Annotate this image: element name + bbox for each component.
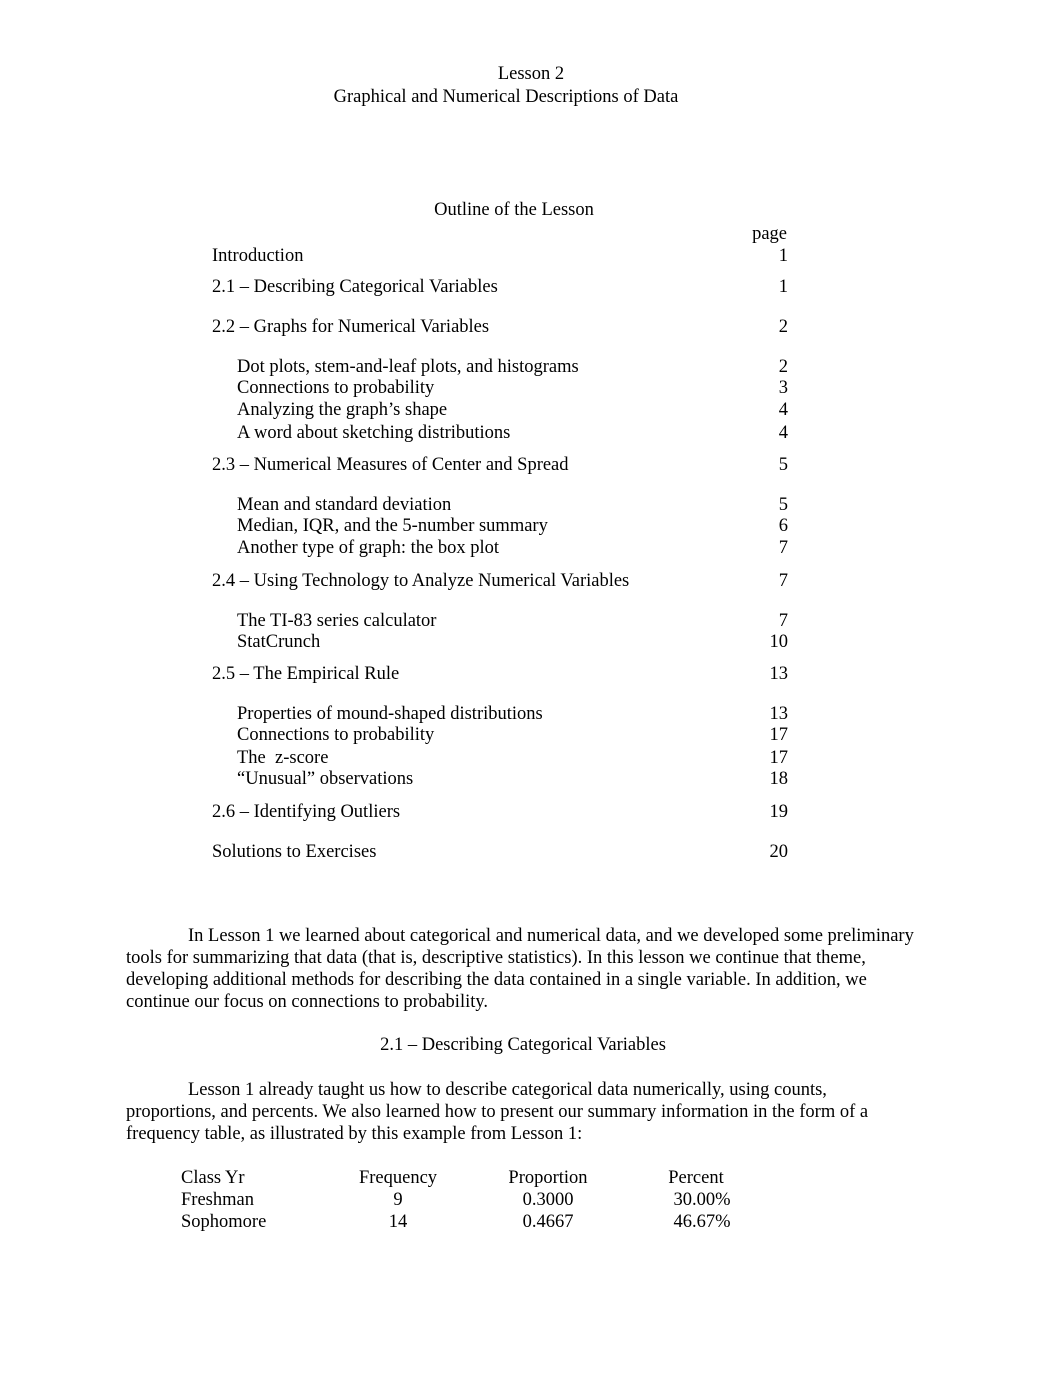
section-paragraph: Lesson 1 already taught us how to descri… [126,1079,946,1145]
toc-entry-label: Another type of graph: the box plot [237,538,500,558]
toc-entry: 2.3 – Numerical Measures of Center and S… [212,454,788,476]
table-row: Freshman 9 0.3000 30.00% [181,1189,741,1211]
table-cell: 9 [393,1190,403,1210]
toc-subentry: A word about sketching distributions 4 [212,422,788,444]
toc-entry-label: 2.2 – Graphs for Numerical Variables [212,317,490,337]
toc-entry: 2.2 – Graphs for Numerical Variables 2 [212,316,788,338]
paragraph-line: continue our focus on connections to pro… [126,992,489,1012]
toc-subentry: Median, IQR, and the 5-number summary 6 [212,515,788,537]
toc-entry-label: Mean and standard deviation [237,495,452,515]
toc-entry-label: The TI-83 series calculator [237,611,437,631]
toc-entry-label: 2.3 – Numerical Measures of Center and S… [212,455,569,475]
paragraph-line: In Lesson 1 we learned about categorical… [188,926,914,946]
toc-entry-page: 5 [778,495,788,515]
toc-entry-page: 7 [778,611,788,631]
toc-entry-label: StatCrunch [237,632,321,652]
toc-entry-page: 1 [778,277,788,297]
toc-entry: Solutions to Exercises 20 [212,841,788,863]
frequency-table: Class Yr Frequency Proportion Percent Fr… [181,1167,741,1233]
toc-entry-page: 13 [769,664,789,684]
toc-entry-label: “Unusual” observations [237,769,414,789]
paragraph-line: Lesson 1 already taught us how to descri… [188,1080,827,1100]
toc-entry-page: 19 [769,802,789,822]
toc-entry-page: 4 [778,400,788,420]
table-cell: 14 [388,1212,408,1232]
toc-entry: 2.5 – The Empirical Rule 13 [212,663,788,685]
toc-entry-page: 10 [769,632,789,652]
toc-subentry: The z-score 17 [212,747,788,769]
toc-subentry: Connections to probability 17 [212,724,788,746]
toc-entry-label: 2.4 – Using Technology to Analyze Numeri… [212,571,630,591]
toc-entry-label: Connections to probability [237,378,435,398]
outline-heading: Outline of the Lesson [434,200,594,220]
toc-entry-label: 2.1 – Describing Categorical Variables [212,277,498,297]
toc-entry: Introduction 1 [212,245,788,267]
toc-entry-label: Median, IQR, and the 5-number summary [237,516,548,536]
toc-subentry: Another type of graph: the box plot 7 [212,537,788,559]
frequency-table-header: Class Yr Frequency Proportion Percent [181,1167,741,1189]
toc-entry-page: 18 [769,769,789,789]
paragraph-line: tools for summarizing that data (that is… [126,948,866,968]
table-cell: 46.67% [673,1212,731,1232]
toc-entry-label: Properties of mound-shaped distributions [237,704,543,724]
column-header: Proportion [508,1168,588,1188]
toc-subentry: StatCrunch 10 [212,631,788,653]
section-heading: 2.1 – Describing Categorical Variables [380,1035,666,1055]
toc-entry-page: 17 [769,725,789,745]
toc-entry-page: 2 [778,317,788,337]
toc-entry: 2.4 – Using Technology to Analyze Numeri… [212,570,788,592]
toc-entry: 2.1 – Describing Categorical Variables 1 [212,276,788,298]
toc-subentry: The TI-83 series calculator 7 [212,610,788,632]
toc-subentry: Connections to probability 3 [212,377,788,399]
column-header: Percent [668,1168,724,1188]
table-row: Sophomore 14 0.4667 46.67% [181,1211,741,1233]
toc-subentry: Analyzing the graph’s shape 4 [212,399,788,421]
toc-subentry: Properties of mound-shaped distributions… [212,703,788,725]
toc-entry-page: 13 [769,704,789,724]
table-cell: Freshman [181,1190,254,1210]
toc-entry-page: 2 [778,357,788,377]
column-header: Class Yr [181,1168,245,1188]
toc-entry-label: 2.6 – Identifying Outliers [212,802,401,822]
toc-subentry: “Unusual” observations 18 [212,768,788,790]
toc-entry-label: A word about sketching distributions [237,423,511,443]
toc-subentry: Mean and standard deviation 5 [212,494,788,516]
toc-entry-page: 6 [778,516,788,536]
toc-entry: 2.6 – Identifying Outliers 19 [212,801,788,823]
toc-entry-label: The z-score [237,748,329,768]
toc-entry-page: 4 [778,423,788,443]
intro-paragraph: In Lesson 1 we learned about categorical… [126,925,946,1013]
outline-page-column-header: page [752,224,787,244]
toc-entry-page: 1 [778,246,788,266]
toc-entry-label: Solutions to Exercises [212,842,377,862]
table-cell: 0.3000 [522,1190,574,1210]
column-header: Frequency [358,1168,438,1188]
toc-entry-label: Introduction [212,246,304,266]
table-cell: Sophomore [181,1212,267,1232]
document-title: Lesson 2 [497,64,565,84]
paragraph-line: frequency table, as illustrated by this … [126,1124,583,1144]
toc-entry-page: 7 [778,571,788,591]
document-subtitle: Graphical and Numerical Descriptions of … [333,87,679,107]
toc-entry-page: 7 [778,538,788,558]
toc-entry-label: Dot plots, stem-and-leaf plots, and hist… [237,357,579,377]
toc-entry-page: 5 [778,455,788,475]
toc-entry-label: 2.5 – The Empirical Rule [212,664,400,684]
toc-entry-page: 3 [778,378,788,398]
paragraph-line: developing additional methods for descri… [126,970,867,990]
toc-entry-label: Connections to probability [237,725,435,745]
table-cell: 0.4667 [522,1212,574,1232]
toc-entry-label: Analyzing the graph’s shape [237,400,448,420]
paragraph-line: proportions, and percents. We also learn… [126,1102,869,1122]
toc-entry-page: 20 [769,842,789,862]
table-cell: 30.00% [673,1190,731,1210]
toc-entry-page: 17 [769,748,789,768]
toc-subentry: Dot plots, stem-and-leaf plots, and hist… [212,356,788,378]
